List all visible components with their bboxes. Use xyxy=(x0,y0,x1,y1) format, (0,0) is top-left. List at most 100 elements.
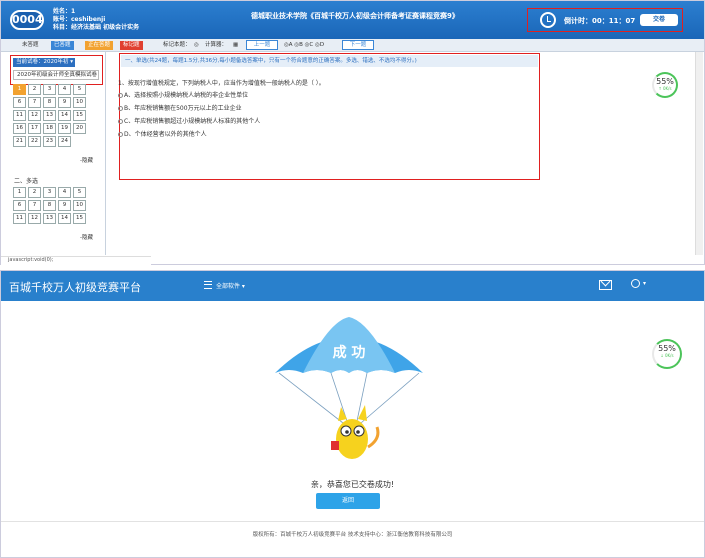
question-number-button[interactable]: 11 xyxy=(13,213,26,224)
footer-copyright: 版权所有：百城千校万人初级竞赛平台 技术支持中心：浙江衡信教育科技有限公司 xyxy=(252,532,453,538)
question-number-button[interactable]: 24 xyxy=(58,136,71,147)
multi-choice-grid: 1 2 3 4 5 6 7 8 9 10 11 12 13 14 15 xyxy=(13,187,86,224)
legend-current: 正在答题 xyxy=(85,41,114,50)
question-number-button[interactable]: 12 xyxy=(28,213,41,224)
question-number-button[interactable]: 23 xyxy=(43,136,56,147)
question-number-button[interactable]: 8 xyxy=(43,200,56,211)
question-number-button[interactable]: 4 xyxy=(58,187,71,198)
question-number-button[interactable]: 5 xyxy=(73,84,86,95)
question-number-button[interactable]: 17 xyxy=(28,123,41,134)
question-number-button[interactable]: 9 xyxy=(58,200,71,211)
submit-success-screen: 百城千校万人初级竞赛平台 全部软件 ▾ ▾ 成 功 55% ↓ 0K/s 亲，恭… xyxy=(0,270,705,558)
mascot-tail xyxy=(367,426,380,449)
question-number-button[interactable]: 7 xyxy=(28,97,41,108)
network-speed: ↑ 0K/s xyxy=(658,86,672,91)
mark-question-label: 标记本题： xyxy=(163,42,191,48)
question-number-button[interactable]: 13 xyxy=(43,110,56,121)
option-c-label: C、年应税销售额超过小规模纳税人标准的其他个人 xyxy=(124,118,261,125)
vertical-scrollbar[interactable] xyxy=(695,52,703,255)
multi-choice-section-label: 二、多选 xyxy=(14,178,39,185)
network-progress-widget[interactable]: 55% ↓ 0K/s xyxy=(652,339,682,369)
question-number-button[interactable]: 5 xyxy=(73,187,86,198)
single-choice-grid: 1 2 3 4 5 6 7 8 9 10 11 12 13 14 15 16 17 18 19 20 21 22 23 24 xyxy=(13,84,86,147)
question-number-button[interactable]: 10 xyxy=(73,97,86,108)
question-number-button[interactable]: 1 xyxy=(13,84,26,95)
platform-title[interactable]: 百城千校万人初级竞赛平台 xyxy=(9,279,141,295)
question-number-button[interactable]: 15 xyxy=(73,110,86,121)
question-number-button[interactable]: 6 xyxy=(13,200,26,211)
question-number-button[interactable]: 16 xyxy=(13,123,26,134)
next-question-button[interactable]: 下一题 xyxy=(342,40,374,50)
question-number-button[interactable]: 4 xyxy=(58,84,71,95)
option-d[interactable]: D、个体经营者以外的其他个人 xyxy=(118,129,207,138)
back-button[interactable]: 返回 xyxy=(316,493,380,509)
user-menu-caret[interactable]: ▾ xyxy=(643,280,646,287)
question-number-button[interactable]: 19 xyxy=(58,123,71,134)
exam-header: 0004 姓名：1 账号：ceshibenji 科目：经济法基础 初级会计实务 … xyxy=(1,1,704,39)
candidate-account: 账号：ceshibenji xyxy=(53,16,106,23)
radio-icon[interactable] xyxy=(118,119,123,124)
question-number-button[interactable]: 20 xyxy=(73,123,86,134)
question-number-button[interactable]: 18 xyxy=(43,123,56,134)
question-number-button[interactable]: 14 xyxy=(58,110,71,121)
question-number-button[interactable]: 9 xyxy=(58,97,71,108)
question-number-button[interactable]: 8 xyxy=(43,97,56,108)
mascot-body xyxy=(336,419,368,459)
network-progress-widget[interactable]: 55% ↑ 0K/s xyxy=(652,72,678,98)
candidate-subject: 科目：经济法基础 初级会计实务 xyxy=(53,24,140,31)
footer-divider xyxy=(1,521,704,522)
option-a-label: A、选择按照小规模纳税人纳税的非企业性单位 xyxy=(124,92,249,99)
question-number-button[interactable]: 22 xyxy=(28,136,41,147)
paper-select-dropdown[interactable]: 当前试卷：2020年初 ▾ xyxy=(13,58,75,67)
parachute-mascot-illustration: 成 功 xyxy=(275,317,423,459)
answer-option-radios[interactable]: ◎A ◎B ◎C ◎D xyxy=(284,41,324,50)
mascot-pupil xyxy=(356,430,360,434)
menu-icon[interactable] xyxy=(204,281,212,289)
question-number-button[interactable]: 2 xyxy=(28,187,41,198)
question-number-button[interactable]: 10 xyxy=(73,200,86,211)
calculator-icon[interactable]: ▦ xyxy=(233,41,238,50)
exam-title: 德城职业技术学院《百城千校万人初级会计师备考证赛课程竞赛9》 xyxy=(251,12,459,20)
parachute-string xyxy=(330,372,348,422)
legend-answered: 已答题 xyxy=(51,41,74,50)
question-number-button[interactable]: 3 xyxy=(43,187,56,198)
question-number-button[interactable]: 21 xyxy=(13,136,26,147)
radio-icon[interactable] xyxy=(118,93,123,98)
submit-exam-button[interactable]: 交卷 xyxy=(640,14,678,26)
progress-percent: 55% xyxy=(656,77,674,86)
user-icon[interactable] xyxy=(631,279,640,288)
question-number-button[interactable]: 14 xyxy=(58,213,71,224)
mark-question-checkbox[interactable]: ◎ xyxy=(194,41,199,50)
paper-select-option[interactable]: 2020年初级会计师全真模拟试卷 xyxy=(13,70,99,80)
radio-icon[interactable] xyxy=(118,132,123,137)
option-a[interactable]: A、选择按照小规模纳税人纳税的非企业性单位 xyxy=(118,90,248,99)
question-number-button[interactable]: 11 xyxy=(13,110,26,121)
legend-marked: 标记题 xyxy=(120,41,143,50)
question-number-button[interactable]: 6 xyxy=(13,97,26,108)
parachute-string xyxy=(360,372,420,424)
radio-icon[interactable] xyxy=(118,106,123,111)
option-c[interactable]: C、年应税销售额超过小规模纳税人标准的其他个人 xyxy=(118,116,260,125)
question-number-button[interactable]: 12 xyxy=(28,110,41,121)
calculator-label: 计算器： xyxy=(205,42,228,48)
prev-question-button[interactable]: 上一题 xyxy=(246,40,278,50)
all-software-menu[interactable]: 全部软件 ▾ xyxy=(216,281,245,290)
question-number-button[interactable]: 15 xyxy=(73,213,86,224)
timer-highlight-box: 倒计时：00：11：07 交卷 xyxy=(527,8,683,32)
hide-section-link[interactable]: -隐藏 xyxy=(80,156,93,164)
legend-unanswered: 未答题 xyxy=(22,42,39,48)
question-number-button[interactable]: 13 xyxy=(43,213,56,224)
success-banner-text: 成 功 xyxy=(333,344,366,361)
question-number-button[interactable]: 2 xyxy=(28,84,41,95)
exam-toolbar: 未答题 已答题 正在答题 标记题 标记本题： ◎ 计算器： ▦ 上一题 ◎A ◎… xyxy=(1,39,704,52)
mail-icon[interactable] xyxy=(599,280,612,290)
hide-section-link[interactable]: -隐藏 xyxy=(80,233,93,241)
question-number-button[interactable]: 3 xyxy=(43,84,56,95)
candidate-info: 姓名：1 账号：ceshibenji 科目：经济法基础 初级会计实务 xyxy=(53,8,139,32)
option-b[interactable]: B、年应税销售额在500万元以上的工业企业 xyxy=(118,103,242,112)
question-number-button[interactable]: 7 xyxy=(28,200,41,211)
success-message: 亲，恭喜您已交卷成功! xyxy=(310,480,395,489)
option-b-label: B、年应税销售额在500万元以上的工业企业 xyxy=(124,105,242,112)
question-number-button[interactable]: 1 xyxy=(13,187,26,198)
clock-icon xyxy=(540,12,556,28)
